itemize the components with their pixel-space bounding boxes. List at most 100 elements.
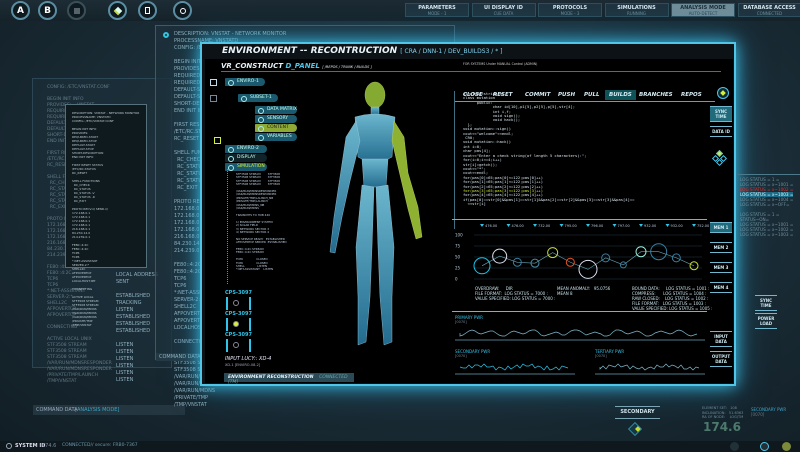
tree-node-enviro1[interactable]: ENVIRO-1 xyxy=(225,78,265,86)
side-button-mem-4[interactable]: MEM 4 xyxy=(710,282,732,293)
tab-parameters[interactable]: PARAMETERS MODE - 1 xyxy=(405,3,469,17)
tab-sublabel: CONNECTED xyxy=(756,11,783,16)
marker-label: 796.00 xyxy=(591,224,603,228)
tab-sublabel: RUNNING xyxy=(627,11,646,16)
marker-icon xyxy=(586,224,590,227)
power-load-button[interactable]: POWER LOAD xyxy=(755,313,777,329)
status-dot-icon xyxy=(163,32,169,38)
tree-node-enviro2[interactable]: ENVIRO-2 xyxy=(225,145,267,153)
robot-right-arm xyxy=(329,120,361,254)
tree-leaf-data-matrix[interactable]: DATA MATRIX xyxy=(255,106,297,114)
toolbar-branches-button[interactable]: BRANCHES xyxy=(635,90,677,100)
cps-indicator-icon xyxy=(233,300,239,306)
window-path: [ CRA / DNN-1 / DEV_BUILDS3 / * ] xyxy=(400,48,503,55)
indicator-icon xyxy=(730,442,739,451)
dpad-icon[interactable] xyxy=(108,1,127,20)
tree-label: DATA MATRIX xyxy=(267,107,297,112)
tree-node-subset[interactable]: SUBSET-1 xyxy=(238,94,278,102)
marker-icon xyxy=(506,224,511,227)
marker-label: 932.00 xyxy=(644,224,656,228)
tab-database-access[interactable]: DATABASE ACCESS CONNECTED xyxy=(737,3,800,17)
graph-info-left: OVERDRAW: DIR FILE FORMAT: LOG STATUS = … xyxy=(475,286,556,301)
marker-label: 797.00 xyxy=(618,224,630,228)
side-button-output-data[interactable]: OUTPUT DATA xyxy=(710,351,732,367)
y-tick-label: 100 xyxy=(455,233,463,238)
secondary-button[interactable]: SECONDARY xyxy=(615,406,660,419)
side-button-mem-2[interactable]: MEM 2 xyxy=(710,242,732,253)
marker-icon xyxy=(533,224,537,227)
indicator-icon xyxy=(782,442,791,451)
tree-node-simulation[interactable]: SIMULATION xyxy=(225,163,267,171)
waveform-line xyxy=(599,363,700,371)
tab-sublabel: MODE - 3 xyxy=(560,11,580,16)
sync-time-button[interactable]: SYNC TIME xyxy=(755,295,777,311)
dpad-indicator-icon xyxy=(711,149,728,167)
secondary-label: SECONDARY xyxy=(620,409,655,415)
side-button-sync-time[interactable]: SYNC TIME xyxy=(710,106,732,122)
log-status-list-2: LOG STATUS = 1 = STATUS~ON= LOG STATUS = x… xyxy=(740,212,793,237)
content-checkbox[interactable] xyxy=(214,137,221,144)
cps-slot[interactable] xyxy=(226,318,251,331)
side-button-data-id[interactable]: DATA ID xyxy=(710,126,732,137)
b-button-icon[interactable]: B xyxy=(38,1,57,20)
tree-label: SIMULATION xyxy=(237,164,265,169)
y-tick-label: 0 xyxy=(455,277,458,282)
panel-title: VR_CONSTRUCT D_PANEL [ /REPOS / TRUNK / … xyxy=(221,62,372,70)
tree-leaf-content[interactable]: CONTENT xyxy=(255,124,297,132)
bottom-tab[interactable]: ENVIRONMENT RECONSTRUCTION CONNECTED [TM… xyxy=(224,373,354,385)
log-rule xyxy=(738,174,800,175)
settings-icon[interactable] xyxy=(6,443,12,449)
cps-slot[interactable] xyxy=(226,339,251,352)
power-icon[interactable] xyxy=(173,1,192,20)
input-line: INPUT LUCY:: XD-4 xyxy=(225,356,272,362)
side-button-label: MEM 1 xyxy=(713,225,729,230)
toolbar-repos-button[interactable]: REPOS xyxy=(677,90,706,100)
graph-info-right: BOUND DATA: LOG STATUS = 1001 : COMPRESS… xyxy=(632,286,713,311)
tab-sublabel: CUE DATA xyxy=(493,11,514,16)
tree-node-display[interactable]: DISPLAY xyxy=(225,154,267,162)
tab-sublabel: MODE - 1 xyxy=(427,11,447,16)
side-button-mem-1[interactable]: MEM 1 xyxy=(710,222,732,233)
cps-indicator-icon xyxy=(233,342,239,348)
side-button-label: SYNC TIME xyxy=(714,109,728,119)
tab-analysis-mode[interactable]: ANALYSIS MODE AUTO-DETECT xyxy=(671,3,735,17)
robot-left-leg xyxy=(375,184,395,346)
document-icon[interactable] xyxy=(138,1,157,20)
status-note: FOR SYSTEMS Under MANUAL Control (ADMIN) xyxy=(463,62,538,66)
tree-leaf-variables[interactable]: VARIABLES xyxy=(255,133,297,141)
side-button-label: OUTPUT DATA xyxy=(711,354,731,364)
tab-simulations[interactable]: SIMULATIONS RUNNING xyxy=(604,3,669,17)
robot-abdomen xyxy=(361,158,389,188)
secondary-pwr-readout: SECONDARY PWR [0070] xyxy=(751,407,786,417)
side-button-input-data[interactable]: INPUT DATA xyxy=(710,331,732,347)
tab-ui-display-id[interactable]: UI DISPLAY ID CUE DATA xyxy=(471,3,536,17)
window-title-text: ENVIRONMENT -- RECONTRUCTION xyxy=(222,46,398,56)
user-icon[interactable] xyxy=(67,1,86,20)
secondary-pwr-sub: [0070] xyxy=(751,412,765,417)
tab-protocols[interactable]: PROTOCOLS MODE - 3 xyxy=(538,3,602,17)
command-data-tab[interactable]: COMMAND DATA xyxy=(156,353,206,361)
cps-slot[interactable] xyxy=(226,297,251,310)
readout-labels: ELEMENT SET: 108 INCLINATION: 51.6363 RA… xyxy=(702,406,744,419)
navigate-icon[interactable] xyxy=(717,87,729,99)
marker-icon xyxy=(639,224,643,227)
code-editor[interactable]: #include<string.h> class mutation public:… xyxy=(463,91,634,207)
subset-checkbox[interactable] xyxy=(210,95,217,102)
enviro1-checkbox[interactable] xyxy=(210,79,217,86)
power-waveform xyxy=(455,329,705,341)
tree-leaf-sensory[interactable]: SENSORY xyxy=(255,115,297,123)
code-line: <<str[i] xyxy=(463,201,486,207)
marker-label: 476.00 xyxy=(512,224,524,228)
log-status-line: LOG STATUS = x~OFF= xyxy=(740,202,790,207)
panel-subpath: [ /REPOS / TRUNK / BUILDS ] xyxy=(322,65,372,69)
y-tick-label: 25 xyxy=(455,266,461,271)
input-sub: XD-1 [ENVIRO-08-2] xyxy=(225,363,261,367)
wave-sub: [0070] xyxy=(455,320,467,324)
panel-title-text: VR_CONSTRUCT xyxy=(221,62,284,70)
a-button-icon[interactable]: A xyxy=(11,1,30,20)
log-status-line: LOG STATUS = x~1003 = xyxy=(740,232,794,237)
side-button-label: DATA ID xyxy=(712,129,730,134)
config-status-col: LOCAL ADDRESS SENT ESTABLISHED TRACKING … xyxy=(116,272,158,383)
side-button-mem-3[interactable]: MEM 3 xyxy=(710,262,732,273)
system-id-label: SYSTEM ID xyxy=(15,443,46,449)
